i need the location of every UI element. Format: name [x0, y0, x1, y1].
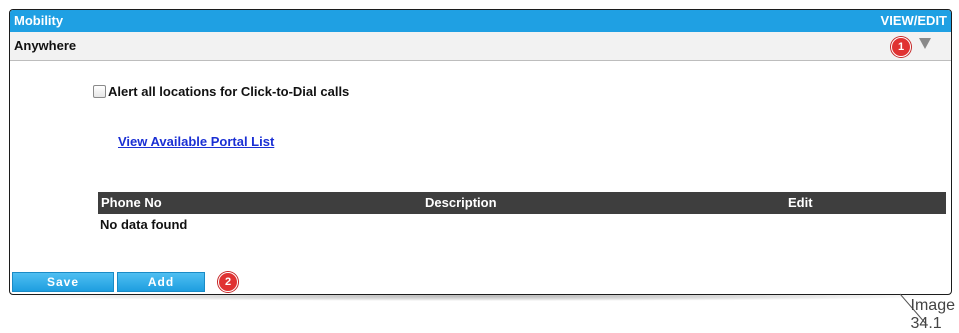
save-button[interactable]: Save [12, 272, 114, 292]
alert-all-locations-checkbox[interactable] [93, 85, 106, 98]
callout-marker-2: 2 [218, 272, 238, 292]
collapse-triangle-icon[interactable] [919, 38, 931, 49]
panel-title: Mobility [14, 13, 64, 28]
panel-header: Mobility VIEW/EDIT [10, 10, 951, 32]
mobility-panel: Mobility VIEW/EDIT Anywhere 1 Alert all … [9, 9, 952, 295]
view-edit-link[interactable]: VIEW/EDIT [881, 13, 947, 28]
column-description[interactable]: Description [425, 195, 497, 210]
section-title: Anywhere [14, 38, 77, 53]
alert-all-locations-label: Alert all locations for Click-to-Dial ca… [108, 84, 350, 99]
view-portal-list-link[interactable]: View Available Portal List [118, 134, 274, 149]
alert-all-locations-row: Alert all locations for Click-to-Dial ca… [93, 84, 349, 99]
image-caption: Image 34.1 [910, 297, 955, 332]
anywhere-section-header[interactable]: Anywhere 1 [10, 32, 951, 61]
add-button[interactable]: Add [117, 272, 205, 292]
column-phone-no[interactable]: Phone No [101, 195, 162, 210]
callout-marker-1: 1 [891, 37, 911, 57]
column-edit: Edit [788, 195, 813, 210]
phone-table-header: Phone No Description Edit [98, 192, 946, 214]
no-data-message: No data found [100, 217, 188, 232]
